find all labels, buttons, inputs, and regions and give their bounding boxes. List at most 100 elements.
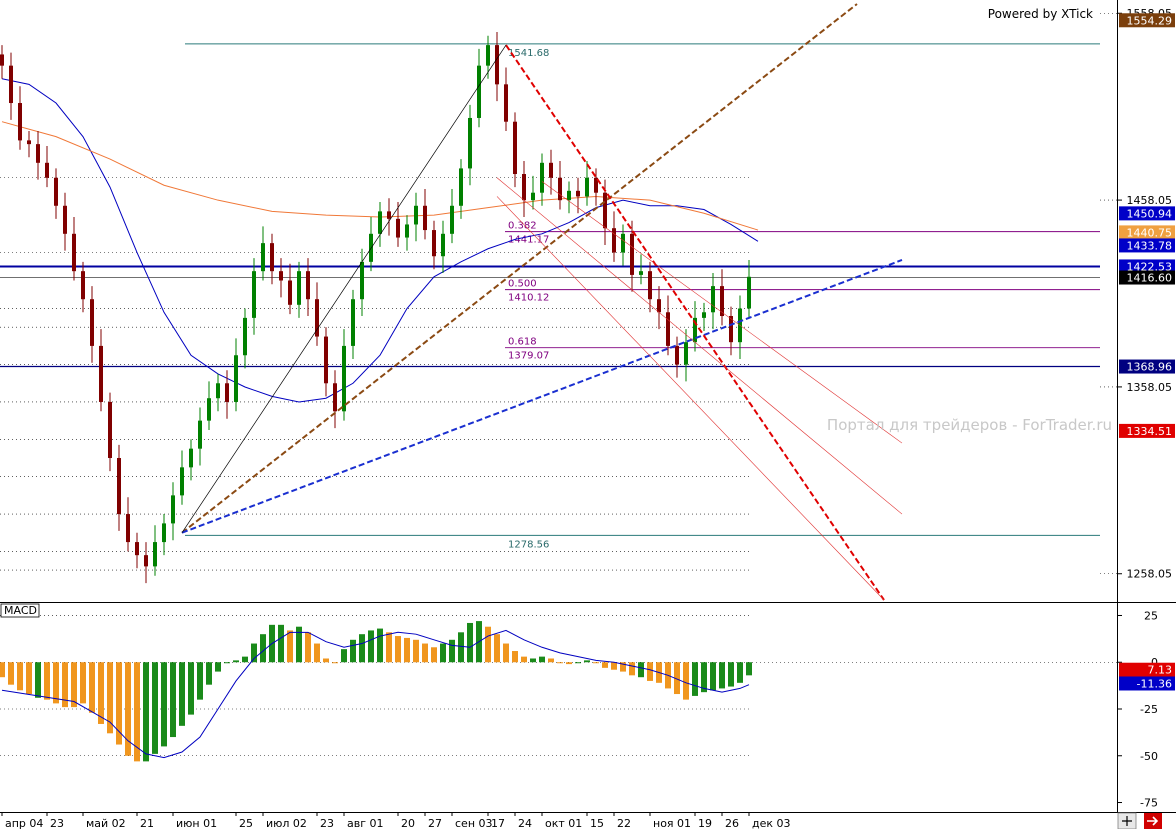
candle <box>531 192 535 201</box>
macd-bar <box>305 632 311 663</box>
macd-bar <box>719 662 725 689</box>
macd-bar <box>512 651 518 663</box>
macd-bar <box>17 662 23 691</box>
price-axis-label: 1258.05 <box>1127 568 1173 581</box>
candle <box>72 233 76 272</box>
candle <box>630 233 634 275</box>
macd-bar <box>467 622 473 663</box>
candle <box>198 420 202 449</box>
price-tag: 1433.78 <box>1119 238 1175 253</box>
macd-bar <box>566 662 572 665</box>
macd-bar <box>71 662 77 708</box>
fib-ratio-label: 0.382 <box>508 221 537 232</box>
macd-bar <box>584 660 590 663</box>
macd-bar <box>368 630 374 663</box>
price-tag-label: 1450.94 <box>1127 207 1173 220</box>
macd-bar <box>629 662 635 676</box>
macd-bar <box>521 656 527 663</box>
candle <box>171 495 175 524</box>
date-axis-label: июл 02 <box>266 817 307 829</box>
macd-tag-label: -11.36 <box>1137 677 1172 690</box>
macd-bar <box>440 643 446 663</box>
exit-icon[interactable] <box>1144 813 1162 829</box>
candle <box>441 233 445 257</box>
candle <box>306 271 310 300</box>
price-tag-label: 1368.96 <box>1127 361 1173 374</box>
date-axis-label: 27 <box>428 817 442 829</box>
candle <box>81 271 85 300</box>
date-axis-label: 21 <box>140 817 154 829</box>
macd-bar <box>206 662 212 685</box>
price-tag: 1368.96 <box>1119 359 1175 374</box>
candle <box>207 398 211 421</box>
macd-bar <box>341 649 347 663</box>
macd-bar <box>188 662 194 715</box>
macd-bar <box>377 628 383 663</box>
fib-ratio-label: 0.618 <box>508 337 537 348</box>
candle <box>666 312 670 346</box>
macd-axis-label: -75 <box>1140 797 1158 810</box>
candle <box>9 65 13 104</box>
scroll-icon[interactable] <box>1117 812 1137 829</box>
candle <box>36 144 40 163</box>
macd-bar <box>548 658 554 663</box>
candle <box>468 117 472 169</box>
macd-bar <box>503 643 509 663</box>
macd-bar <box>89 662 95 713</box>
macd-bar <box>134 662 140 762</box>
macd-bar <box>413 639 419 663</box>
candle <box>675 345 679 365</box>
candle <box>414 205 418 225</box>
price-tag: 1440.75 <box>1119 225 1175 240</box>
candle <box>432 230 436 257</box>
macd-bar <box>197 662 203 700</box>
macd-bar <box>638 662 644 678</box>
candle <box>486 45 490 66</box>
price-axis-label: 1458.05 <box>1127 194 1173 207</box>
macd-bar <box>152 662 158 754</box>
candle <box>324 336 328 384</box>
macd-axis-label: -25 <box>1140 703 1158 716</box>
macd-bar <box>395 636 401 663</box>
macd-title: MACD <box>4 604 37 617</box>
candle <box>342 345 346 412</box>
candle <box>423 205 427 231</box>
macd-bar <box>683 662 689 700</box>
macd-bar <box>80 662 86 704</box>
date-axis-label: ноя 01 <box>653 817 691 829</box>
candle <box>549 162 553 178</box>
chart-svg[interactable]: 1541.681278.560.3821441.170.5001410.120.… <box>0 0 1176 829</box>
macd-bar <box>593 662 599 664</box>
macd-bar <box>494 634 500 663</box>
macd-bar <box>359 634 365 663</box>
candle <box>612 228 616 253</box>
macd-bar <box>404 637 410 663</box>
price-tag-label: 1334.51 <box>1127 425 1173 438</box>
date-axis-label: июн 01 <box>176 817 217 829</box>
macd-axis-label: -50 <box>1140 750 1158 763</box>
macd-bar <box>161 662 167 747</box>
macd-bar <box>647 662 653 681</box>
macd-bar <box>350 639 356 663</box>
candle <box>135 542 139 556</box>
candle <box>396 218 400 238</box>
candle <box>279 271 283 281</box>
candle <box>288 280 292 305</box>
candle <box>513 121 517 175</box>
date-axis-label: апр 04 <box>5 817 43 829</box>
candle <box>495 45 499 85</box>
macd-bar <box>116 662 122 745</box>
macd-bar <box>26 662 32 695</box>
macd-bar <box>710 662 716 691</box>
macd-bar <box>53 662 59 704</box>
candle <box>558 177 562 201</box>
candle <box>702 312 706 318</box>
date-axis-label: 19 <box>698 817 712 829</box>
candle <box>225 383 229 402</box>
price-tag: 1554.29 <box>1119 13 1175 27</box>
macd-bar <box>458 632 464 663</box>
candle <box>747 276 751 309</box>
candle <box>405 224 409 238</box>
candle <box>351 299 355 346</box>
macd-bar <box>323 658 329 663</box>
